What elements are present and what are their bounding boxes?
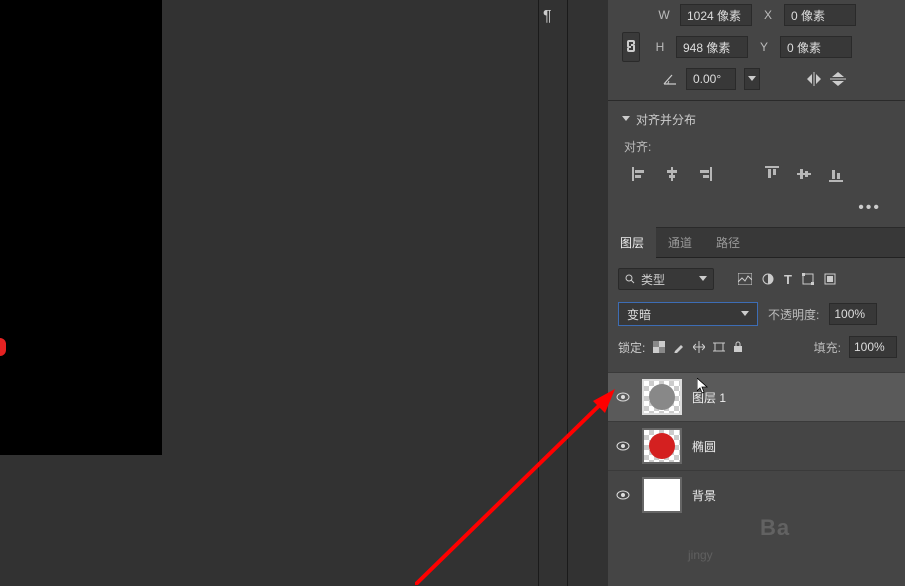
blend-mode-dropdown[interactable]: 变暗 xyxy=(618,302,758,326)
angle-input[interactable] xyxy=(686,68,736,90)
height-input[interactable] xyxy=(676,36,748,58)
layer-thumbnail[interactable] xyxy=(642,428,682,464)
lock-label: 锁定: xyxy=(618,339,645,356)
width-label: W xyxy=(656,8,672,22)
align-left-icon[interactable] xyxy=(630,165,650,183)
layers-tabs: 图层 通道 路径 xyxy=(608,228,905,258)
angle-dropdown-icon[interactable] xyxy=(744,68,760,90)
layer-list: 图层 1 椭圆 背景 xyxy=(608,372,905,519)
visibility-icon[interactable] xyxy=(616,490,632,500)
layer-filter-dropdown[interactable]: 类型 xyxy=(618,268,714,290)
paragraph-icon[interactable]: ¶ xyxy=(543,8,552,26)
angle-icon xyxy=(662,72,678,86)
align-top-icon[interactable] xyxy=(762,165,782,183)
align-header[interactable]: 对齐并分布 xyxy=(622,111,891,128)
height-label: H xyxy=(652,40,668,54)
opacity-label: 不透明度: xyxy=(768,306,819,323)
canvas-red-shape xyxy=(0,338,6,356)
align-center-h-icon[interactable] xyxy=(662,165,682,183)
fill-label: 填充: xyxy=(814,339,841,356)
tab-layers[interactable]: 图层 xyxy=(608,227,656,258)
align-right-icon[interactable] xyxy=(694,165,714,183)
width-input[interactable] xyxy=(680,4,752,26)
watermark: Ba xyxy=(760,515,790,541)
flip-vertical-icon[interactable] xyxy=(830,72,846,86)
canvas-content xyxy=(0,0,162,455)
layer-item[interactable]: 背景 xyxy=(608,470,905,519)
visibility-icon[interactable] xyxy=(616,441,632,451)
align-center-v-icon[interactable] xyxy=(794,165,814,183)
layer-filter-label: 类型 xyxy=(641,271,665,288)
layer-name[interactable]: 椭圆 xyxy=(692,438,716,455)
layer-name[interactable]: 图层 1 xyxy=(692,389,726,406)
flip-horizontal-icon[interactable] xyxy=(806,72,822,86)
layer-name[interactable]: 背景 xyxy=(692,487,716,504)
y-label: Y xyxy=(756,40,772,54)
align-title: 对齐并分布 xyxy=(636,111,696,128)
watermark-small: jingy xyxy=(688,548,713,562)
layer-thumbnail[interactable] xyxy=(642,379,682,415)
x-label: X xyxy=(760,8,776,22)
filter-shape-icon[interactable] xyxy=(802,273,814,285)
tab-paths[interactable]: 路径 xyxy=(704,227,752,258)
properties-panel: W X H Y xyxy=(608,0,905,586)
filter-type-icon[interactable]: T xyxy=(784,272,792,287)
link-wh-icon[interactable] xyxy=(622,32,640,62)
filter-pixel-icon[interactable] xyxy=(738,273,752,285)
visibility-icon[interactable] xyxy=(616,392,632,402)
x-input[interactable] xyxy=(784,4,856,26)
transform-section: W X H Y xyxy=(608,0,905,101)
align-bottom-icon[interactable] xyxy=(826,165,846,183)
lock-all-icon[interactable] xyxy=(733,341,743,353)
align-section: 对齐并分布 对齐: ••• xyxy=(608,101,905,228)
canvas-area[interactable] xyxy=(0,0,538,586)
search-icon xyxy=(625,274,635,284)
filter-adjustment-icon[interactable] xyxy=(762,273,774,285)
tab-channels[interactable]: 通道 xyxy=(656,227,704,258)
y-input[interactable] xyxy=(780,36,852,58)
more-options-icon[interactable]: ••• xyxy=(622,193,891,217)
align-label: 对齐: xyxy=(624,138,891,155)
layers-panel: 图层 通道 路径 类型 T xyxy=(608,228,905,519)
opacity-input[interactable] xyxy=(829,303,877,325)
filter-smartobject-icon[interactable] xyxy=(824,273,836,285)
lock-artboard-icon[interactable] xyxy=(713,341,725,353)
fill-input[interactable] xyxy=(849,336,897,358)
blend-mode-value: 变暗 xyxy=(627,306,651,323)
lock-position-icon[interactable] xyxy=(693,341,705,353)
layer-item[interactable]: 椭圆 xyxy=(608,421,905,470)
lock-transparency-icon[interactable] xyxy=(653,341,665,353)
layer-thumbnail[interactable] xyxy=(642,477,682,513)
panel-divider[interactable] xyxy=(538,0,568,586)
lock-pixels-icon[interactable] xyxy=(673,341,685,353)
layer-item[interactable]: 图层 1 xyxy=(608,372,905,421)
